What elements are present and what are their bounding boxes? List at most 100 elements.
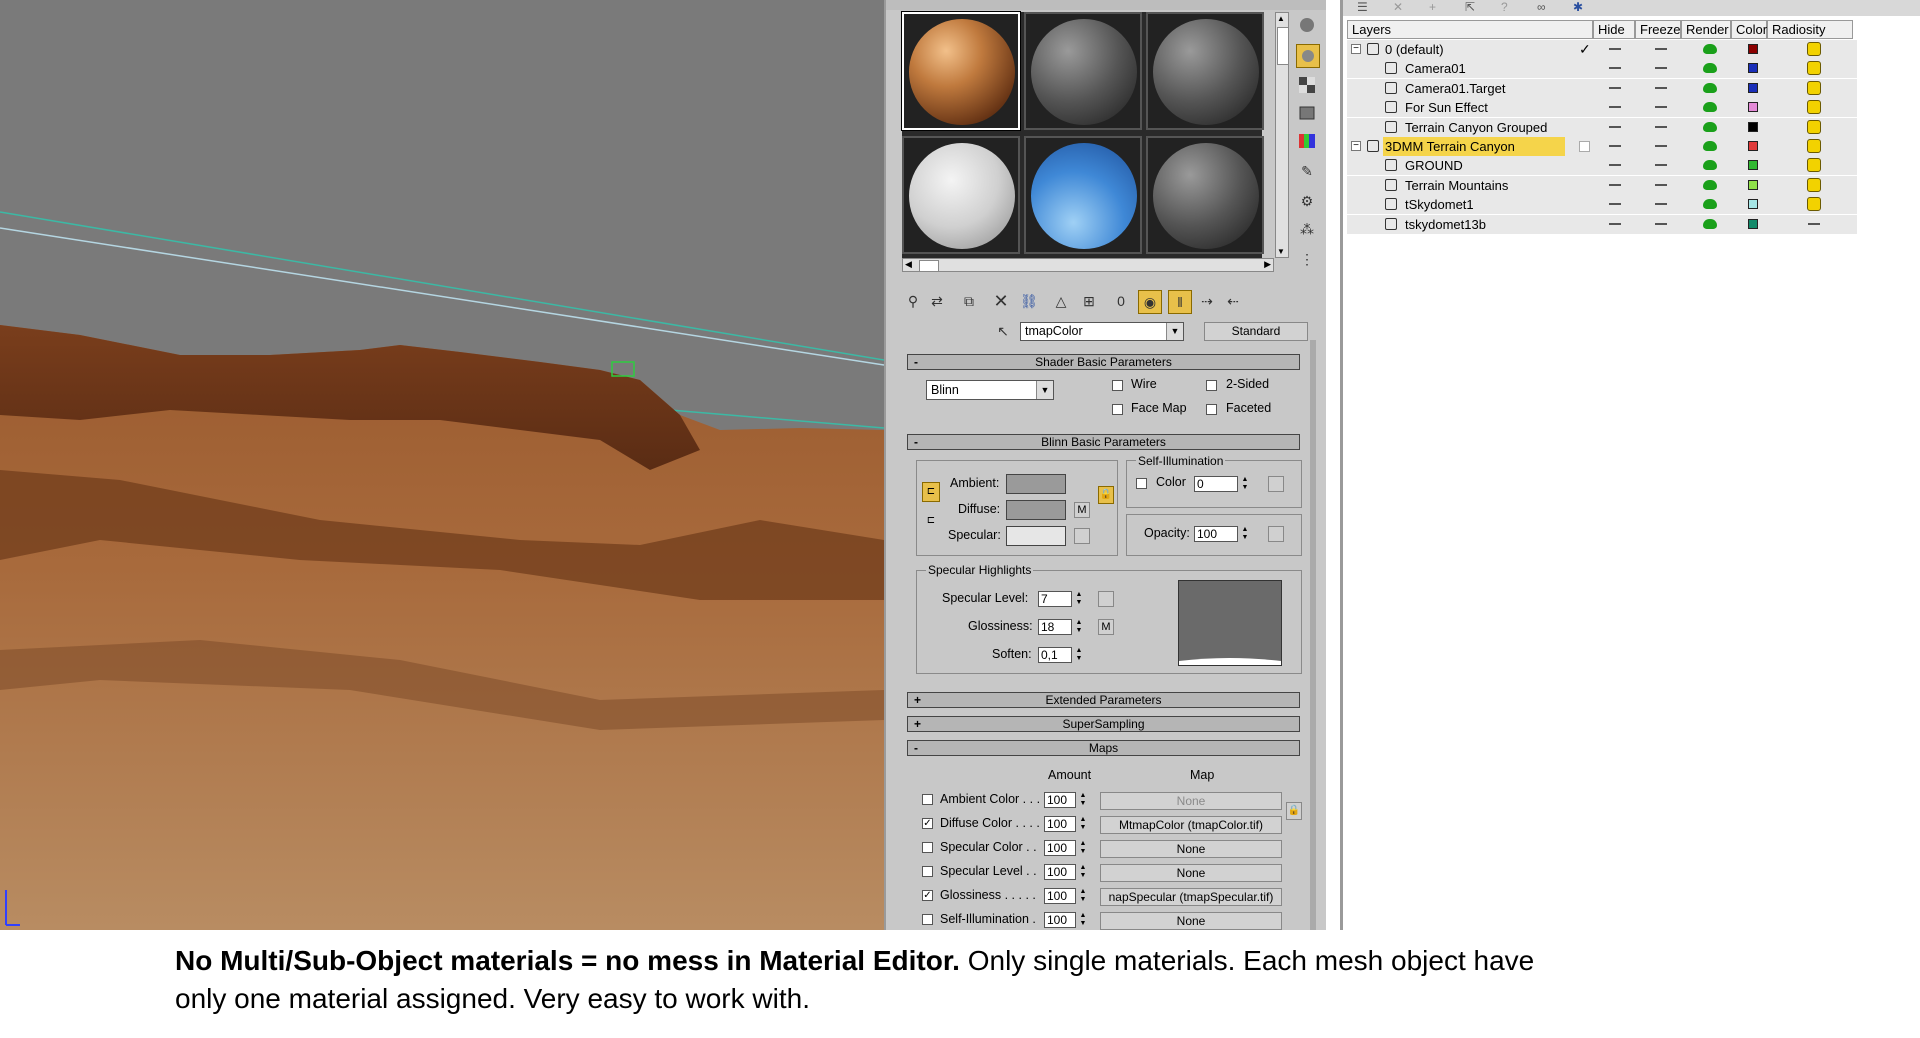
maps-rollout[interactable]: - Maps — [907, 740, 1300, 756]
diffuse-map-button[interactable]: M — [1074, 502, 1090, 518]
sample-slot-3[interactable] — [1146, 12, 1264, 130]
hide-all-icon[interactable]: ∞ — [1537, 0, 1546, 14]
sample-slot-5[interactable] — [1024, 136, 1142, 254]
render-teapot-icon[interactable] — [1703, 218, 1717, 229]
col-header-layers[interactable]: Layers — [1347, 20, 1593, 39]
hide-toggle[interactable] — [1609, 106, 1621, 109]
layer-color-swatch[interactable] — [1748, 160, 1758, 171]
lock-icon[interactable]: 🔒 — [1098, 486, 1114, 504]
hscroll-thumb[interactable] — [919, 260, 939, 272]
ambient-color-swatch[interactable] — [1006, 474, 1066, 494]
render-teapot-icon[interactable] — [1703, 141, 1717, 151]
put-to-scene-icon[interactable]: ⇄ — [926, 290, 948, 312]
lock-ambient-diffuse-icon[interactable]: ⊏ — [922, 482, 940, 502]
blinn-basic-rollout[interactable]: - Blinn Basic Parameters — [907, 434, 1300, 450]
map-enable-checkbox[interactable] — [922, 794, 933, 805]
hide-toggle[interactable] — [1609, 145, 1621, 147]
layer-object-row[interactable]: Terrain Mountains — [1347, 175, 1857, 195]
chevron-down-icon[interactable]: ▼ — [1036, 381, 1053, 399]
spinner-arrows-icon[interactable]: ▲ ▼ — [1074, 591, 1084, 607]
self-illum-value-input[interactable]: 0 — [1194, 476, 1238, 492]
show-end-result-icon[interactable]: ◉ — [1138, 290, 1162, 314]
current-layer-check-icon[interactable]: ✓ — [1579, 40, 1591, 59]
set-current-layer-box[interactable] — [1579, 141, 1590, 152]
layer-color-swatch[interactable] — [1748, 44, 1758, 54]
soften-input[interactable]: 0,1 — [1038, 647, 1072, 663]
options-icon[interactable]: ⚙ — [1296, 190, 1318, 212]
create-layer-icon[interactable]: ☰ — [1357, 0, 1368, 14]
layer-color-swatch[interactable] — [1748, 218, 1758, 229]
radiosity-icon[interactable] — [1807, 42, 1821, 56]
spinner-arrows-icon[interactable]: ▲ ▼ — [1240, 526, 1250, 542]
layer-object-row[interactable]: tSkydomet1 — [1347, 195, 1857, 215]
highlight-layer-icon[interactable]: ? — [1501, 0, 1508, 14]
radiosity-toggle[interactable] — [1808, 222, 1820, 225]
glossiness-input[interactable]: 18 — [1038, 619, 1072, 635]
hide-toggle[interactable] — [1609, 48, 1621, 50]
freeze-toggle[interactable] — [1655, 106, 1667, 109]
map-enable-checkbox[interactable] — [922, 866, 933, 877]
render-teapot-icon[interactable] — [1703, 199, 1717, 210]
radiosity-icon[interactable] — [1807, 61, 1821, 76]
render-teapot-icon[interactable] — [1703, 121, 1717, 132]
material-id-channel-icon[interactable]: ⊞ — [1078, 290, 1100, 312]
render-teapot-icon[interactable] — [1703, 102, 1717, 113]
render-teapot-icon[interactable] — [1703, 160, 1717, 171]
two-sided-checkbox[interactable] — [1206, 380, 1217, 391]
map-enable-checkbox[interactable]: ✓ — [922, 818, 933, 829]
hide-toggle[interactable] — [1609, 67, 1621, 70]
panel-scrollbar[interactable] — [1310, 340, 1316, 930]
col-header-radiosity[interactable]: Radiosity — [1767, 20, 1853, 39]
scroll-thumb[interactable] — [1277, 27, 1289, 65]
sample-slot-6[interactable] — [1146, 136, 1264, 254]
opacity-input[interactable]: 100 — [1194, 526, 1238, 542]
spinner-arrows-icon[interactable]: ▲ ▼ — [1078, 816, 1088, 832]
radiosity-icon[interactable] — [1807, 139, 1821, 153]
material-type-button[interactable]: Standard — [1204, 322, 1308, 341]
freeze-toggle[interactable] — [1655, 67, 1667, 70]
map-slot-button[interactable]: MtmapColor (tmapColor.tif) — [1100, 816, 1282, 834]
map-amount-input[interactable]: 100 — [1044, 912, 1076, 928]
hide-toggle[interactable] — [1609, 203, 1621, 206]
make-preview-icon[interactable]: ✎ — [1296, 160, 1318, 182]
collapse-icon[interactable]: − — [1351, 141, 1361, 151]
scroll-up-icon[interactable]: ▲ — [1277, 14, 1285, 23]
sample-type-icon[interactable] — [1296, 14, 1318, 36]
collapse-icon[interactable]: − — [1351, 44, 1361, 54]
map-amount-input[interactable]: 100 — [1044, 840, 1076, 856]
layer-color-swatch[interactable] — [1748, 179, 1758, 190]
spinner-arrows-icon[interactable]: ▲ ▼ — [1078, 792, 1088, 808]
extended-parameters-rollout[interactable]: + Extended Parameters — [907, 692, 1300, 708]
layer-object-row[interactable]: Camera01 — [1347, 59, 1857, 79]
map-amount-input[interactable]: 100 — [1044, 816, 1076, 832]
delete-layer-icon[interactable]: ✕ — [1393, 0, 1403, 14]
map-amount-input[interactable]: 100 — [1044, 792, 1076, 808]
pick-material-icon[interactable]: ⇠ — [1222, 290, 1244, 312]
render-teapot-icon[interactable] — [1703, 44, 1717, 54]
radiosity-icon[interactable] — [1807, 158, 1821, 173]
specular-color-swatch[interactable] — [1006, 526, 1066, 546]
map-slot-button[interactable]: None — [1100, 864, 1282, 882]
col-header-color[interactable]: Color — [1731, 20, 1767, 39]
map-slot-button[interactable]: None — [1100, 792, 1282, 810]
layer-object-row[interactable]: Camera01.Target — [1347, 78, 1857, 98]
material-map-navigator-icon[interactable]: ⋮ — [1296, 248, 1318, 270]
layer-color-swatch[interactable] — [1748, 141, 1758, 151]
select-by-material-icon[interactable]: ⁂ — [1296, 218, 1318, 240]
hide-toggle[interactable] — [1609, 164, 1621, 167]
radiosity-icon[interactable] — [1807, 119, 1821, 134]
hide-toggle[interactable] — [1609, 183, 1621, 186]
radiosity-icon[interactable] — [1807, 100, 1821, 115]
freeze-toggle[interactable] — [1655, 86, 1667, 89]
freeze-toggle[interactable] — [1655, 125, 1667, 128]
col-header-hide[interactable]: Hide — [1593, 20, 1635, 39]
freeze-toggle[interactable] — [1655, 48, 1667, 50]
diffuse-color-swatch[interactable] — [1006, 500, 1066, 520]
slots-vscrollbar[interactable]: ▲ ▼ — [1275, 12, 1289, 258]
layer-object-row[interactable]: Terrain Canyon Grouped — [1347, 117, 1857, 137]
sample-uv-tiling-icon[interactable] — [1296, 102, 1318, 124]
shader-dropdown[interactable]: Blinn ▼ — [926, 380, 1054, 400]
shader-basic-rollout[interactable]: - Shader Basic Parameters — [907, 354, 1300, 370]
specular-level-input[interactable]: 7 — [1038, 591, 1072, 607]
layer-color-swatch[interactable] — [1748, 121, 1758, 132]
